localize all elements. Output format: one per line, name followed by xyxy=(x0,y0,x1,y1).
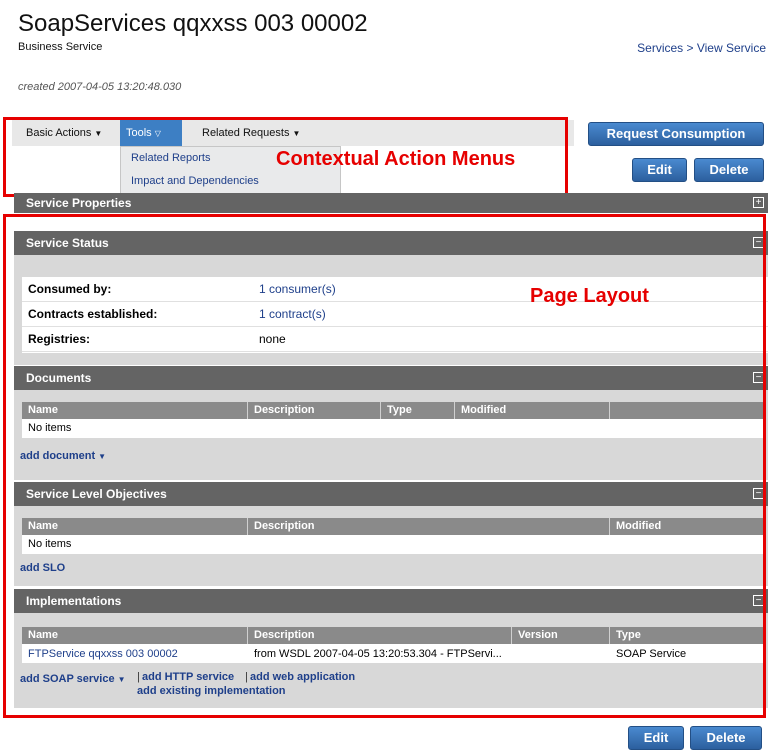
delete-button-bottom[interactable]: Delete xyxy=(690,726,762,750)
page-layout-annotation-box xyxy=(3,214,766,718)
created-timestamp: created 2007-04-05 13:20:48.030 xyxy=(18,81,182,93)
service-properties-header[interactable]: Service Properties + xyxy=(14,193,768,213)
page-layout-annotation-label: Page Layout xyxy=(530,285,649,307)
breadcrumb[interactable]: Services > View Service xyxy=(637,41,766,55)
edit-button[interactable]: Edit xyxy=(632,158,687,182)
service-properties-title: Service Properties xyxy=(26,196,132,210)
request-consumption-button[interactable]: Request Consumption xyxy=(588,122,764,146)
page-subtitle: Business Service xyxy=(18,41,103,53)
page-title: SoapServices qqxxss 003 00002 xyxy=(18,10,368,37)
edit-button-bottom[interactable]: Edit xyxy=(628,726,684,750)
contextual-menus-annotation-label: Contextual Action Menus xyxy=(276,148,516,170)
delete-button[interactable]: Delete xyxy=(694,158,764,182)
expand-icon[interactable]: + xyxy=(753,197,764,208)
